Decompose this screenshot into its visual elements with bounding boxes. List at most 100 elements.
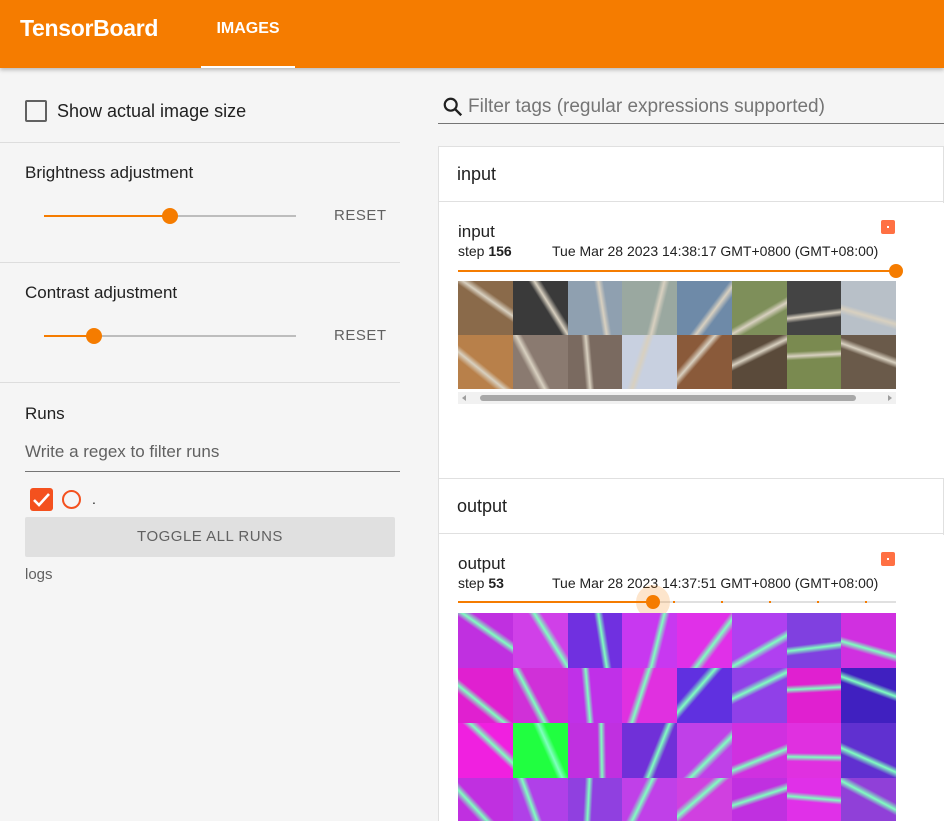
- image-thumbnail: [622, 613, 677, 668]
- image-grid: [458, 613, 896, 821]
- image-thumbnail: [731, 613, 787, 668]
- brightness-slider[interactable]: [44, 208, 296, 224]
- brightness-slider-thumb[interactable]: [162, 208, 178, 224]
- brightness-slider-fill: [44, 215, 170, 217]
- logdir-label: logs: [25, 566, 53, 583]
- contrast-label: Contrast adjustment: [25, 283, 178, 302]
- scroll-left-icon[interactable]: [462, 395, 466, 401]
- image-thumbnail: [622, 281, 677, 335]
- run-checkbox[interactable]: [30, 488, 53, 511]
- step-tick: [817, 601, 820, 603]
- pin-icon[interactable]: [881, 220, 895, 234]
- image-thumbnail: [786, 723, 842, 778]
- card-tag-name: input: [458, 222, 495, 241]
- image-thumbnail: [458, 335, 513, 389]
- image-thumbnail: [622, 335, 677, 389]
- tag-filter[interactable]: Filter tags (regular expressions support…: [438, 90, 944, 124]
- image-thumbnail: [731, 668, 787, 723]
- step-value: 53: [488, 575, 504, 591]
- step-slider-fill: [458, 601, 653, 603]
- image-thumbnail: [786, 778, 842, 821]
- image-thumbnail: [731, 778, 787, 821]
- image-thumbnail: [786, 281, 842, 335]
- image-thumbnail: [731, 281, 787, 335]
- image-thumbnail: [512, 723, 568, 778]
- image-thumbnail: [512, 778, 568, 821]
- step-label: step: [458, 243, 485, 259]
- image-thumbnail: [786, 668, 842, 723]
- toggle-all-runs-button[interactable]: TOGGLE ALL RUNS: [25, 517, 395, 557]
- image-thumbnail: [567, 335, 623, 389]
- image-card-output: output step 53 Tue Mar 28 2023 14:37:51 …: [439, 535, 944, 821]
- step-tick: [865, 601, 868, 603]
- tag-group-title: input: [457, 164, 497, 184]
- step-slider[interactable]: [458, 264, 903, 278]
- image-thumbnail: [786, 335, 842, 389]
- step-tick: [672, 601, 675, 603]
- check-icon: [33, 493, 50, 507]
- contrast-slider[interactable]: [44, 328, 296, 344]
- card-tag-name: output: [458, 554, 506, 573]
- image-thumbnail: [458, 668, 513, 723]
- tag-filter-input[interactable]: Filter tags (regular expressions support…: [468, 96, 825, 118]
- tag-group-input: input input step 156 Tue Mar 28 2023 14:…: [438, 146, 944, 478]
- brightness-reset-button[interactable]: RESET: [334, 207, 387, 224]
- image-thumbnail: [458, 613, 513, 668]
- step-slider-thumb[interactable]: [889, 264, 903, 278]
- tag-group-title: output: [457, 496, 508, 516]
- step-tick: [768, 601, 771, 603]
- image-grid: [458, 281, 896, 389]
- main-panel: Filter tags (regular expressions support…: [400, 68, 944, 821]
- show-actual-size-checkbox[interactable]: [25, 100, 47, 122]
- image-thumbnail: [841, 778, 896, 821]
- contrast-reset-button[interactable]: RESET: [334, 327, 387, 344]
- card-timestamp: Tue Mar 28 2023 14:37:51 GMT+0800 (GMT+0…: [552, 575, 879, 591]
- contrast-section: Contrast adjustment RESET: [0, 263, 400, 383]
- brightness-label: Brightness adjustment: [25, 163, 194, 182]
- runs-title: Runs: [25, 404, 65, 423]
- image-thumbnail: [841, 613, 896, 668]
- image-thumbnail: [512, 281, 568, 335]
- image-thumbnail: [567, 778, 623, 821]
- step-tick: [720, 601, 723, 603]
- step-slider-fill: [458, 270, 896, 272]
- tab-images[interactable]: IMAGES: [201, 0, 295, 68]
- image-thumbnail: [622, 668, 677, 723]
- contrast-slider-thumb[interactable]: [86, 328, 103, 344]
- run-name: .: [92, 491, 96, 507]
- image-thumbnail: [677, 723, 732, 778]
- horizontal-scrollbar[interactable]: [458, 392, 896, 404]
- top-app-bar: TensorBoard IMAGES: [0, 0, 944, 68]
- runs-filter-input[interactable]: Write a regex to filter runs: [25, 432, 400, 472]
- image-thumbnail: [458, 723, 513, 778]
- image-thumbnail: [567, 281, 623, 335]
- step-slider-thumb[interactable]: [645, 595, 660, 609]
- image-thumbnail: [512, 668, 568, 723]
- scrollbar-thumb[interactable]: [480, 395, 856, 401]
- step-slider[interactable]: [458, 585, 896, 619]
- search-icon: [443, 97, 463, 117]
- image-thumbnail: [458, 778, 513, 821]
- image-thumbnail: [567, 613, 623, 668]
- image-thumbnail: [677, 668, 732, 723]
- run-color-indicator[interactable]: [62, 490, 81, 509]
- image-thumbnail: [677, 335, 732, 389]
- show-actual-size-label: Show actual image size: [57, 101, 247, 121]
- tag-group-output: output output step 53 Tue Mar 28 2023 14…: [438, 478, 944, 821]
- image-thumbnail: [731, 335, 787, 389]
- pin-icon[interactable]: [881, 552, 895, 566]
- tag-group-header[interactable]: input: [439, 147, 944, 202]
- tab-images-label: IMAGES: [216, 20, 280, 37]
- tag-group-header[interactable]: output: [439, 479, 944, 534]
- active-tab-indicator: [201, 66, 295, 68]
- image-thumbnail: [512, 613, 568, 668]
- image-thumbnail: [622, 778, 677, 821]
- image-thumbnail: [841, 281, 896, 335]
- image-thumbnail: [567, 723, 623, 778]
- image-thumbnail: [567, 668, 623, 723]
- image-thumbnail: [622, 723, 677, 778]
- scroll-right-icon[interactable]: [888, 395, 892, 401]
- image-size-section: Show actual image size: [0, 68, 400, 143]
- brightness-section: Brightness adjustment RESET: [0, 143, 400, 263]
- image-thumbnail: [841, 668, 896, 723]
